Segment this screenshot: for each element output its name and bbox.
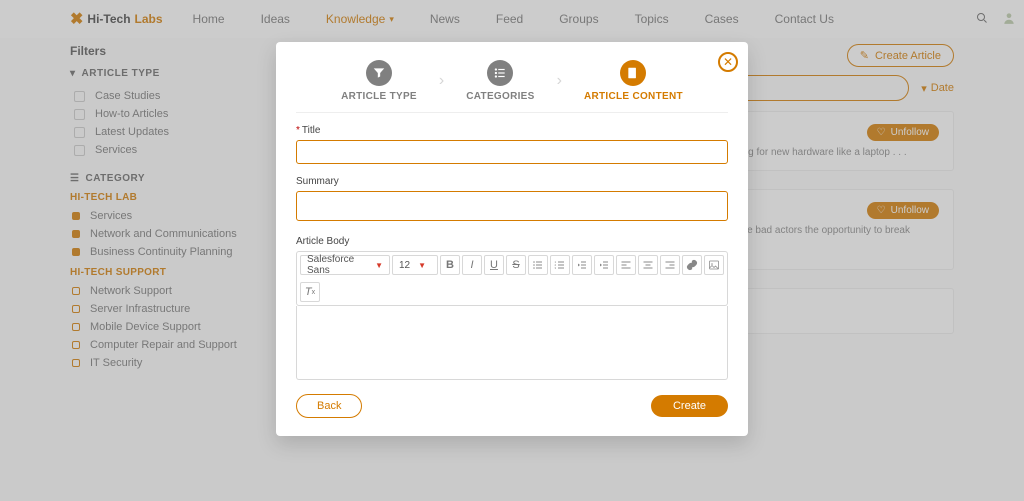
chevron-right-icon: › xyxy=(557,72,562,90)
numbered-list-button[interactable]: 123 xyxy=(550,255,570,275)
summary-label: Summary xyxy=(296,176,728,187)
document-icon xyxy=(620,60,646,86)
caret-down-icon: ▼ xyxy=(418,261,426,270)
step-label: ARTICLE CONTENT xyxy=(584,91,683,102)
bullet-list-button[interactable] xyxy=(528,255,548,275)
step-article-type[interactable]: ARTICLE TYPE xyxy=(341,60,417,102)
chevron-right-icon: › xyxy=(439,72,444,90)
rich-text-toolbar: Salesforce Sans ▼ 12 ▼ B I U S 123 Tx xyxy=(296,251,728,306)
create-button[interactable]: Create xyxy=(651,395,728,417)
bold-button[interactable]: B xyxy=(440,255,460,275)
font-family-value: Salesforce Sans xyxy=(307,254,367,276)
outdent-button[interactable] xyxy=(572,255,592,275)
wizard-steps: ARTICLE TYPE › CATEGORIES › ARTICLE CONT… xyxy=(296,56,728,113)
modal-overlay: ✕ ARTICLE TYPE › CATEGORIES › ARTICLE CO… xyxy=(0,0,1024,501)
strikethrough-button[interactable]: S xyxy=(506,255,526,275)
font-family-select[interactable]: Salesforce Sans ▼ xyxy=(300,255,390,275)
title-label: Title xyxy=(296,125,728,136)
list-icon xyxy=(487,60,513,86)
caret-down-icon: ▼ xyxy=(375,261,383,270)
close-icon: ✕ xyxy=(723,55,733,69)
italic-button[interactable]: I xyxy=(462,255,482,275)
title-input[interactable] xyxy=(296,140,728,164)
image-button[interactable] xyxy=(704,255,724,275)
align-center-button[interactable] xyxy=(638,255,658,275)
underline-button[interactable]: U xyxy=(484,255,504,275)
close-button[interactable]: ✕ xyxy=(718,52,738,72)
svg-text:3: 3 xyxy=(555,266,557,270)
funnel-icon xyxy=(366,60,392,86)
font-size-select[interactable]: 12 ▼ xyxy=(392,255,438,275)
font-size-value: 12 xyxy=(399,260,410,271)
back-button[interactable]: Back xyxy=(296,394,362,418)
summary-input[interactable] xyxy=(296,191,728,221)
clear-format-button[interactable]: Tx xyxy=(300,282,320,302)
step-categories[interactable]: CATEGORIES xyxy=(466,60,534,102)
align-left-button[interactable] xyxy=(616,255,636,275)
align-right-button[interactable] xyxy=(660,255,680,275)
article-body-editor[interactable] xyxy=(296,306,728,380)
link-button[interactable] xyxy=(682,255,702,275)
step-article-content[interactable]: ARTICLE CONTENT xyxy=(584,60,683,102)
step-label: CATEGORIES xyxy=(466,91,534,102)
create-article-modal: ✕ ARTICLE TYPE › CATEGORIES › ARTICLE CO… xyxy=(276,42,748,436)
step-label: ARTICLE TYPE xyxy=(341,91,417,102)
body-label: Article Body xyxy=(296,236,728,247)
indent-button[interactable] xyxy=(594,255,614,275)
